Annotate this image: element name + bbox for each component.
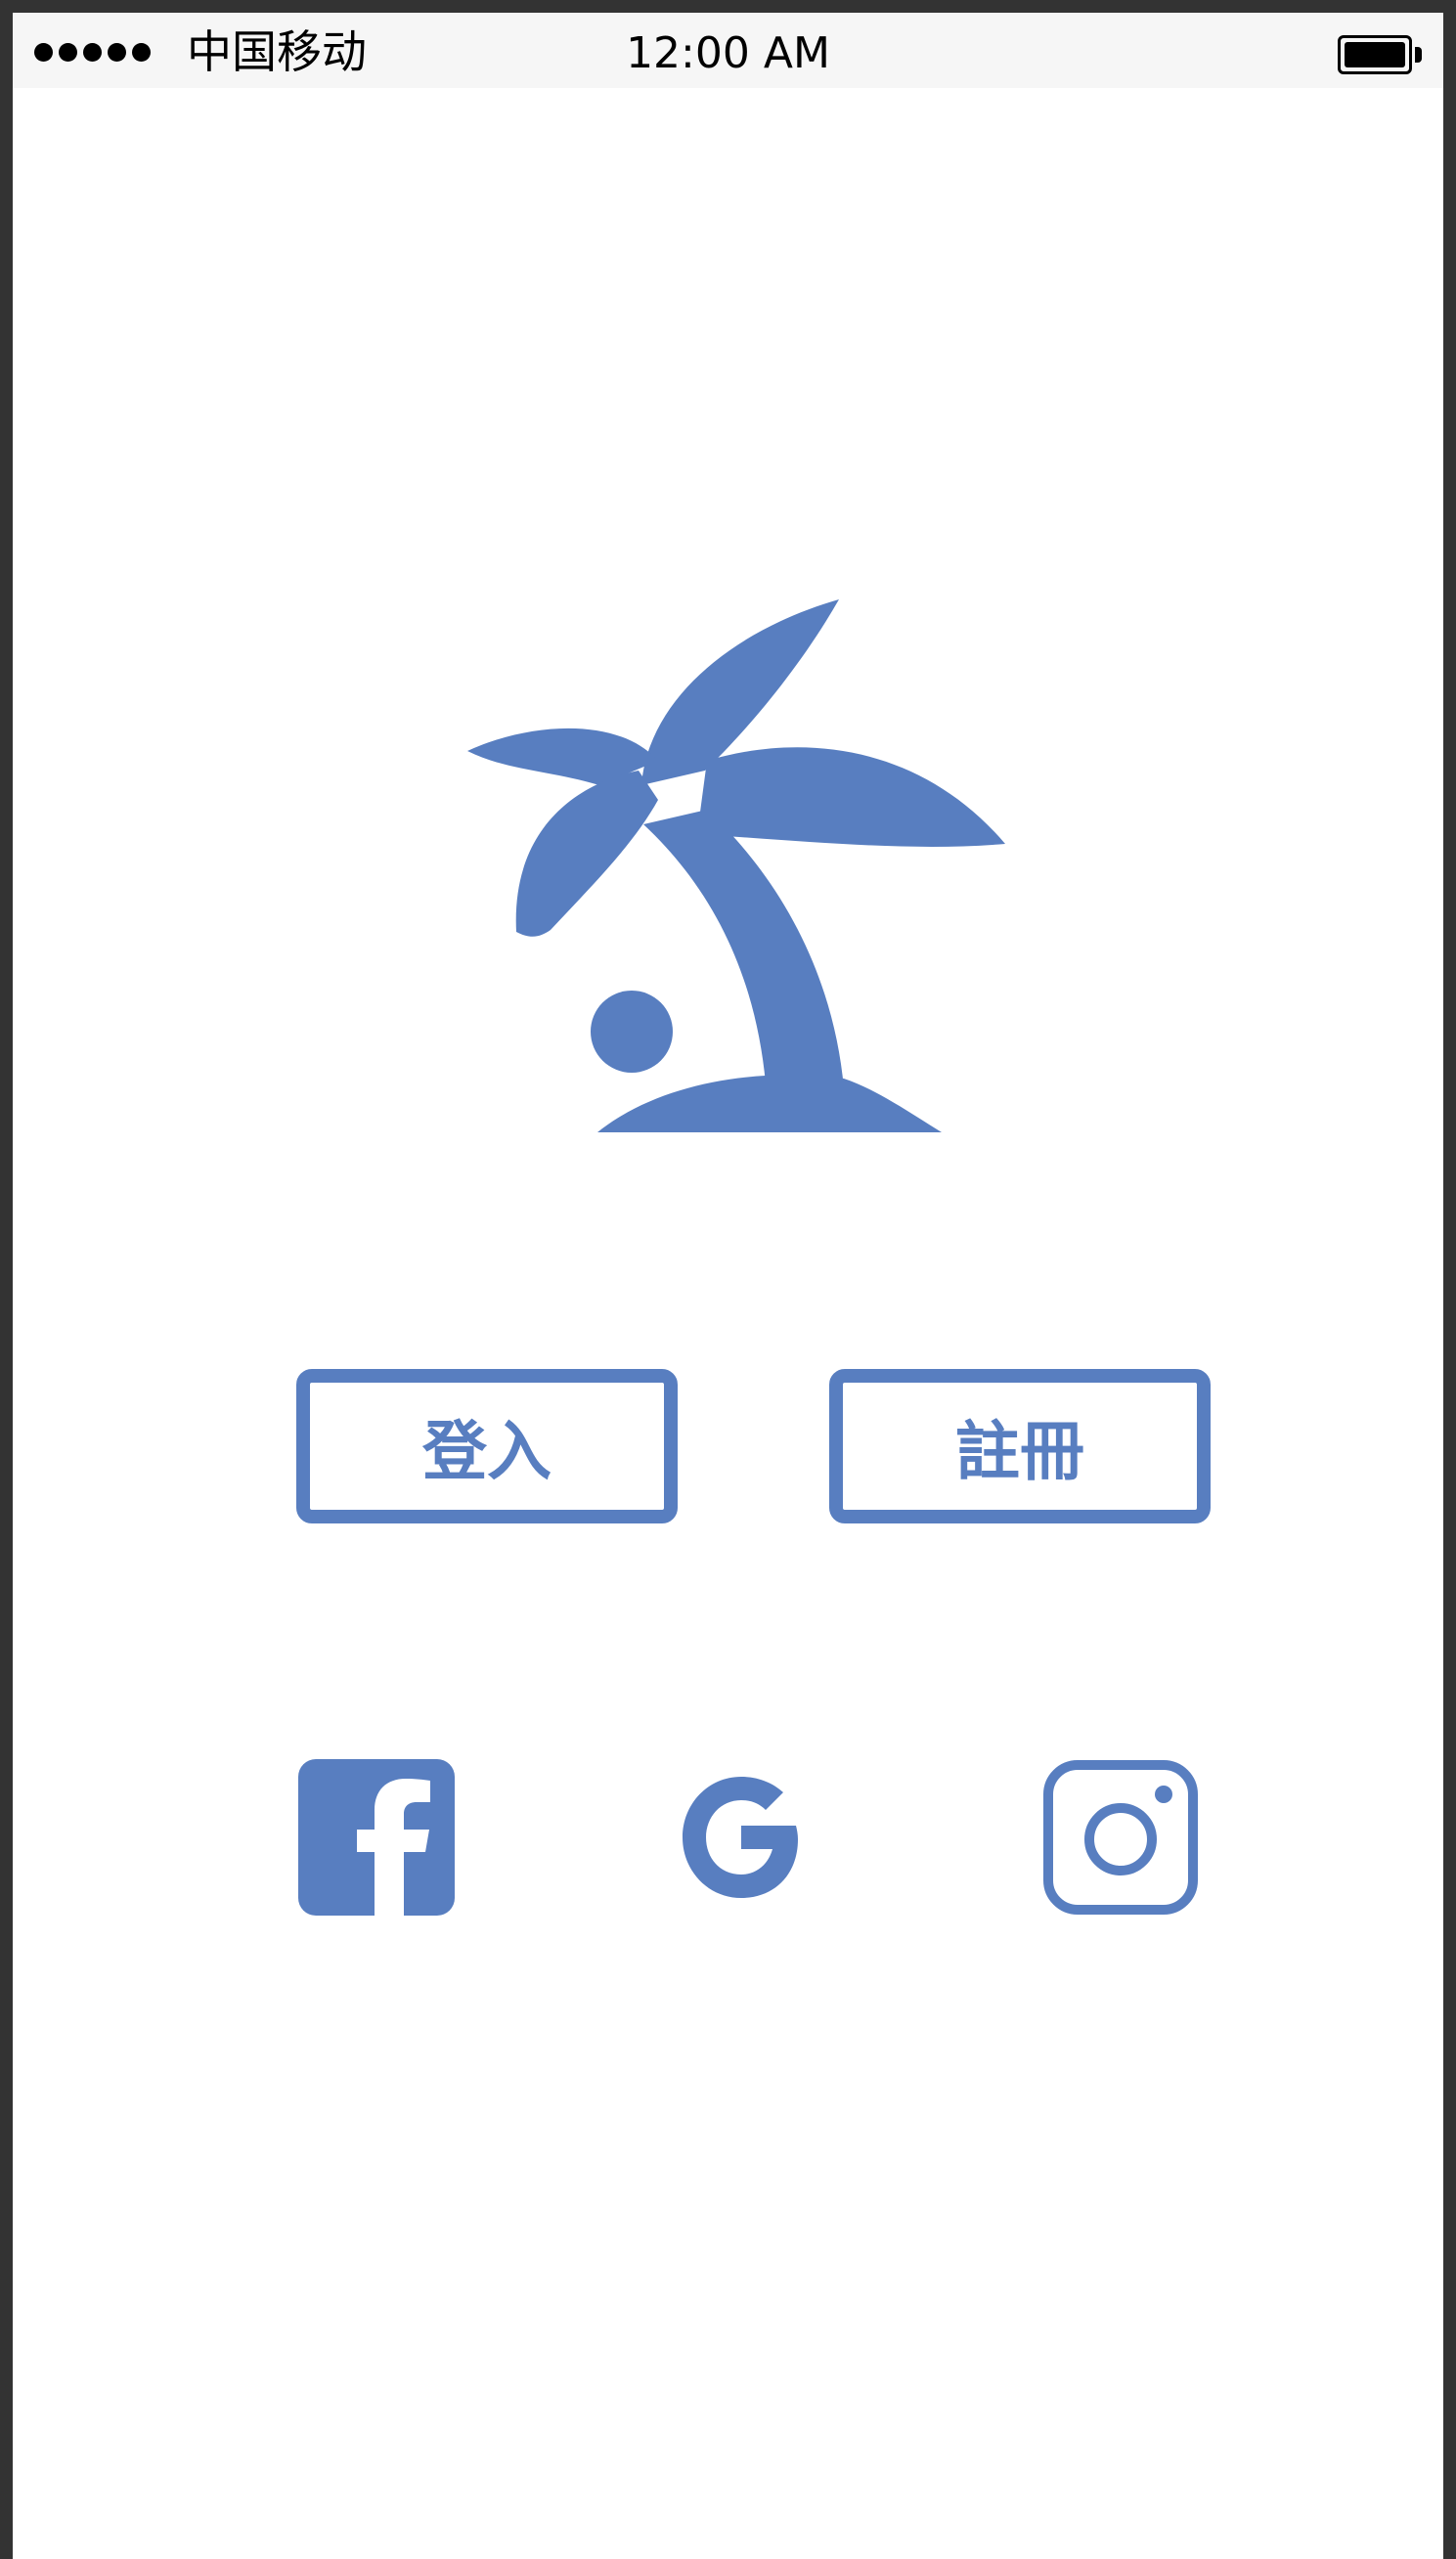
login-button[interactable]: 登入 <box>296 1369 678 1523</box>
battery-level-fill <box>1345 42 1405 67</box>
facebook-icon[interactable] <box>298 1759 455 1916</box>
status-bar: 中国移动 12:00 AM <box>13 13 1443 88</box>
status-time: 12:00 AM <box>626 28 830 78</box>
google-icon[interactable] <box>671 1759 817 1916</box>
battery-full-icon <box>1338 35 1422 74</box>
register-button[interactable]: 註冊 <box>829 1369 1211 1523</box>
palm-tree-island-icon <box>463 590 1020 1137</box>
instagram-icon[interactable] <box>1042 1759 1199 1916</box>
phone-frame: 中国移动 12:00 AM 登入 註冊 <box>0 0 1456 2559</box>
